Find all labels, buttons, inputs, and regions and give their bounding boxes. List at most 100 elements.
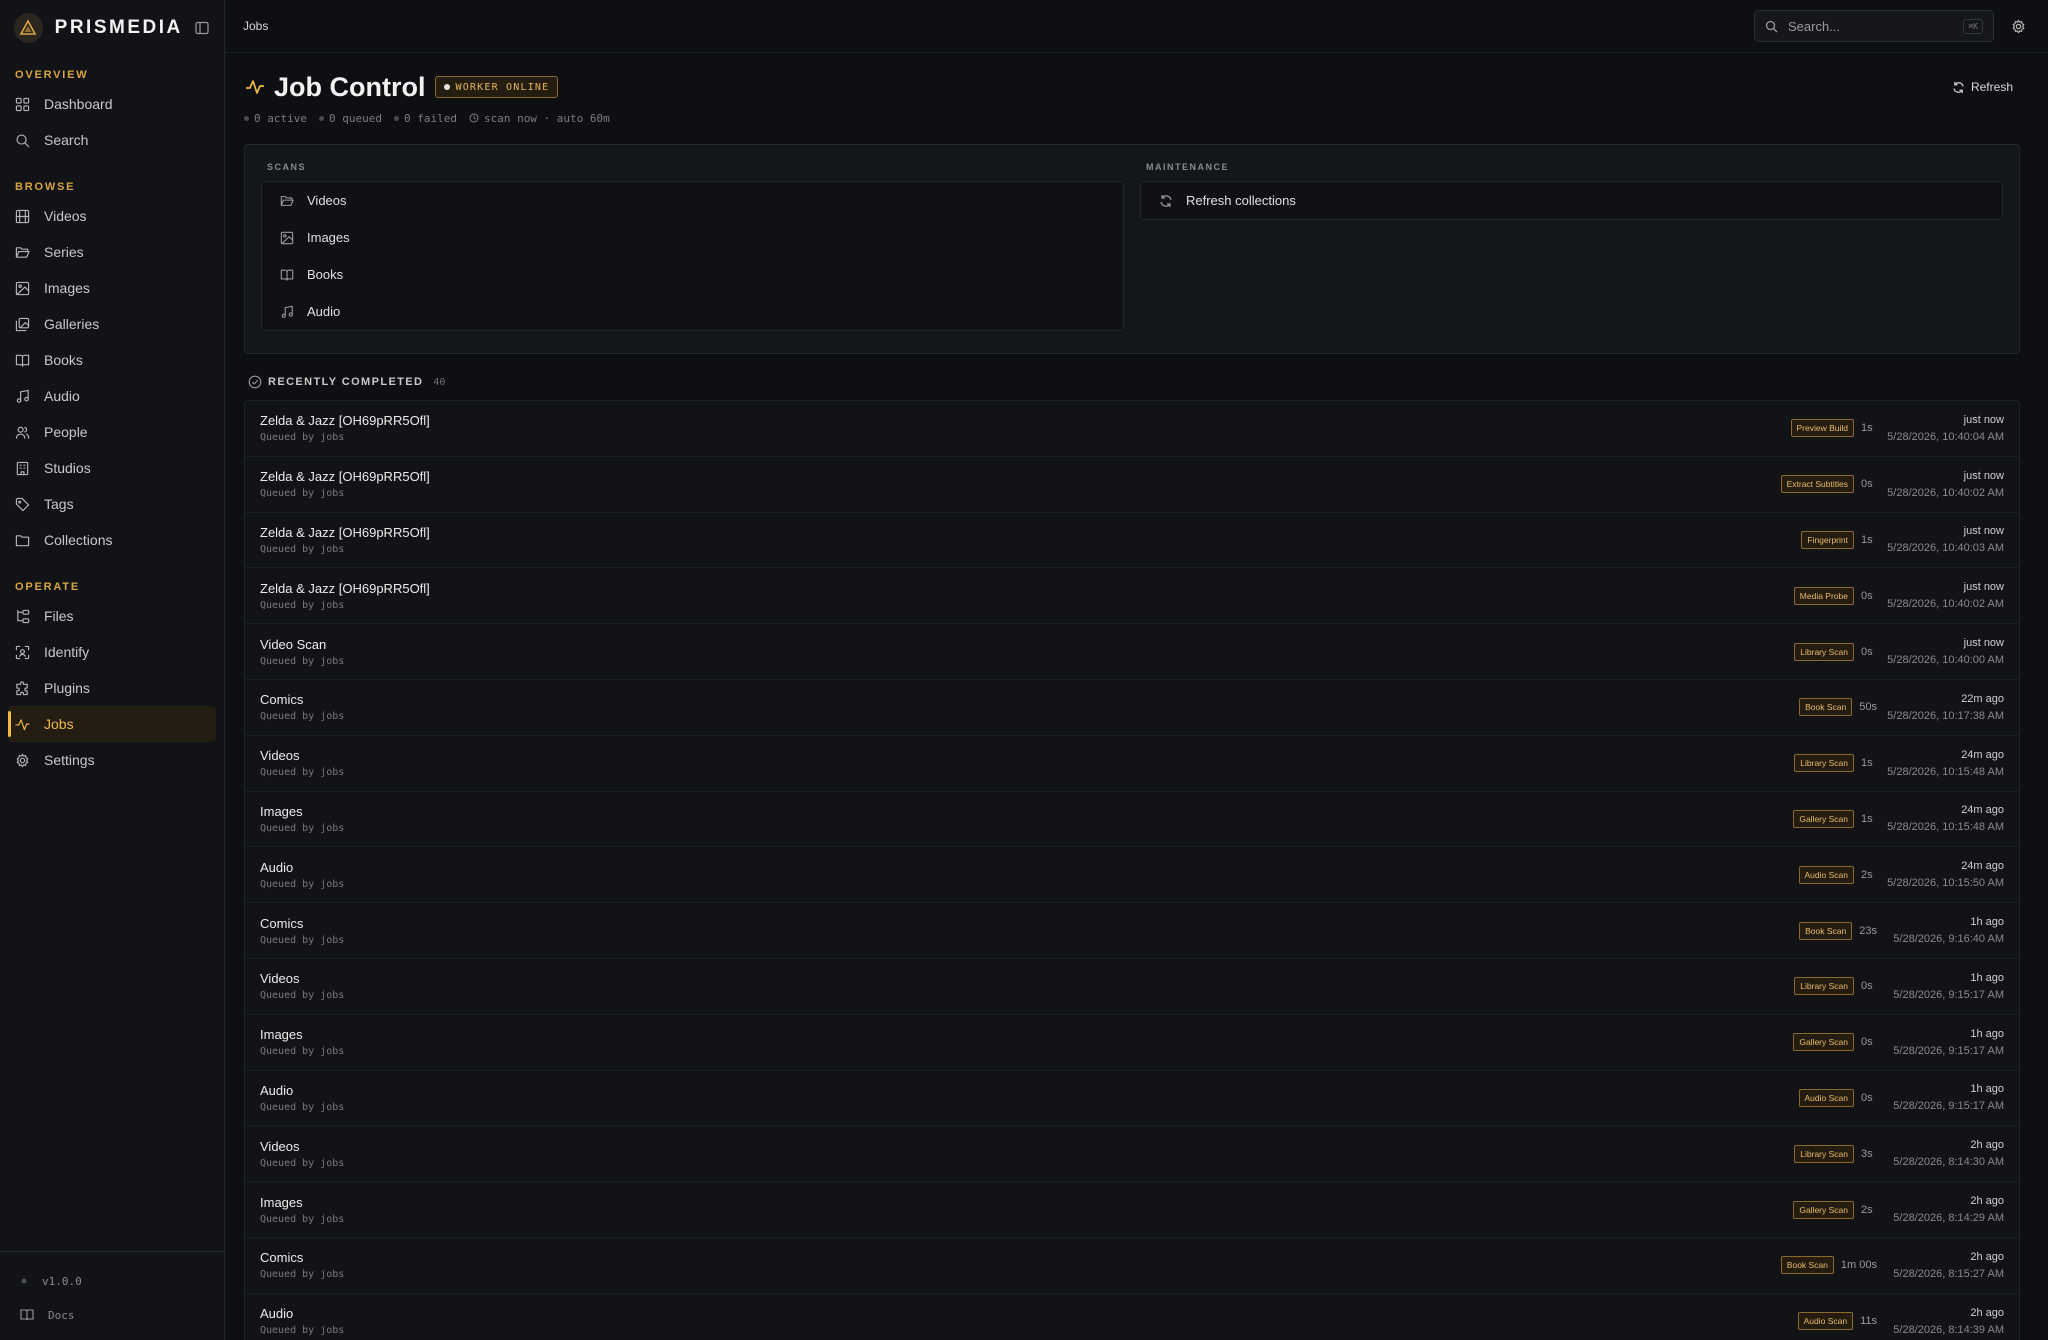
grid-icon [15, 97, 30, 112]
scan-audio-button[interactable]: Audio [262, 293, 1123, 330]
schedule-label: scan now · auto 60m [483, 111, 610, 125]
job-timestamp: 5/28/2026, 10:17:38 AM [1887, 709, 2004, 722]
job-type-badge: Library Scan [1794, 1144, 1854, 1163]
maintenance-list: Refresh collections [1140, 181, 2003, 220]
job-type-badge: Gallery Scan [1793, 1200, 1854, 1219]
table-row[interactable]: Audio Queued by jobs Audio Scan 0s 1h ago 5/2… [245, 1071, 2019, 1127]
table-row[interactable]: Videos Queued by jobs Library Scan 0s 1h ago… [245, 959, 2019, 1015]
job-duration: 1s [1861, 757, 1873, 770]
book-icon [20, 1308, 34, 1322]
job-times: 2h ago 5/28/2026, 8:14:30 AM [1884, 1139, 2004, 1168]
stat-queued: 0 queued [318, 112, 382, 125]
job-relative-time: 24m ago [1961, 860, 2004, 873]
sidebar-item-audio[interactable]: Audio [8, 378, 216, 414]
sidebar-item-collections[interactable]: Collections [8, 522, 216, 558]
table-row[interactable]: Video Scan Queued by jobs Library Scan 0s ju… [245, 624, 2019, 680]
scan-books-button[interactable]: Books [262, 256, 1123, 293]
scan-face-icon [15, 645, 30, 660]
sidebar-item-search[interactable]: Search [8, 122, 216, 158]
job-times: just now 5/28/2026, 10:40:04 AM [1884, 414, 2004, 443]
job-duration: 0s [1861, 589, 1873, 602]
job-timestamp: 5/28/2026, 8:14:39 AM [1893, 1323, 2004, 1336]
sidebar-item-plugins[interactable]: Plugins [8, 670, 216, 706]
job-relative-time: just now [1963, 525, 2004, 538]
job-type-badge: Fingerprint [1801, 530, 1854, 549]
search-icon [1765, 20, 1778, 33]
job-relative-time: just now [1963, 637, 2004, 650]
sidebar-item-settings[interactable]: Settings [8, 742, 216, 778]
sidebar-item-identify[interactable]: Identify [8, 634, 216, 670]
job-info: Audio Queued by jobs [260, 1083, 344, 1113]
job-type-badge: Book Scan [1780, 1256, 1834, 1275]
job-name: Audio [260, 1306, 294, 1322]
sidebar-item-dashboard[interactable]: Dashboard [8, 86, 216, 122]
table-row[interactable]: Audio Queued by jobs Audio Scan 11s 2h ago 5/… [245, 1294, 2019, 1340]
table-row[interactable]: Images Queued by jobs Gallery Scan 2s 2h ago… [245, 1182, 2019, 1238]
job-duration: 1s [1861, 533, 1873, 546]
folder-tree-icon [15, 609, 30, 624]
job-times: just now 5/28/2026, 10:40:00 AM [1884, 637, 2004, 666]
job-queued-by: Queued by jobs [260, 599, 345, 611]
sidebar-item-galleries[interactable]: Galleries [8, 306, 216, 342]
job-info: Images Queued by jobs [260, 1027, 344, 1057]
table-row[interactable]: Videos Queued by jobs Library Scan 1s 24m ag… [245, 736, 2019, 792]
schedule-info: scan now · auto 60m [469, 112, 610, 125]
search-icon [15, 133, 30, 148]
table-row[interactable]: Images Queued by jobs Gallery Scan 1s 24m ag… [245, 792, 2019, 848]
recent-count: 40 [433, 376, 446, 388]
page-title: Job Control [274, 71, 426, 102]
sidebar-item-studios[interactable]: Studios [8, 450, 216, 486]
folder-open-icon [279, 193, 294, 208]
sidebar-item-series[interactable]: Series [8, 234, 216, 270]
stat-active-label: 0 active [254, 111, 307, 125]
logo-icon[interactable] [14, 13, 43, 43]
dot-icon [393, 115, 399, 121]
job-queued-by: Queued by jobs [260, 878, 345, 890]
job-name: Videos [260, 1138, 300, 1154]
scan-images-button[interactable]: Images [262, 219, 1123, 256]
job-times: 2h ago 5/28/2026, 8:14:39 AM [1884, 1307, 2004, 1336]
breadcrumb[interactable]: Jobs [243, 19, 268, 33]
scan-videos-button[interactable]: Videos [262, 182, 1123, 219]
job-queued-by: Queued by jobs [260, 1269, 345, 1281]
refresh-button[interactable]: Refresh [1952, 80, 2013, 94]
docs-link[interactable]: Docs [0, 1298, 224, 1332]
table-row[interactable]: Zelda & Jazz [OH69pRR5Ofl] Queued by jobs… [245, 401, 2019, 457]
maintenance-label: Refresh collections [1186, 193, 1296, 208]
sidebar-item-jobs[interactable]: Jobs [8, 706, 216, 742]
sidebar-item-images[interactable]: Images [8, 270, 216, 306]
maintenance-refresh-collections-button[interactable]: Refresh collections [1141, 182, 2002, 219]
table-row[interactable]: Comics Queued by jobs Book Scan 23s 1h ago 5/… [245, 903, 2019, 959]
table-row[interactable]: Images Queued by jobs Gallery Scan 0s 1h ago… [245, 1015, 2019, 1071]
search-input[interactable]: Search... ⌘K [1754, 10, 1994, 42]
job-stats: 0 active 0 queued 0 failed scan now · au… [244, 108, 2020, 128]
main-area: Jobs Search... ⌘K Job Control WORKER ONL… [225, 0, 2048, 1340]
sidebar-item-files[interactable]: Files [8, 598, 216, 634]
job-timestamp: 5/28/2026, 10:15:48 AM [1887, 821, 2004, 834]
sidebar-footer: v1.0.0 Docs [0, 1251, 224, 1340]
job-meta: Library Scan 0s just now 5/28/2026, 10:40:0… [1794, 637, 2004, 666]
sidebar-item-people[interactable]: People [8, 414, 216, 450]
job-queued-by: Queued by jobs [260, 934, 345, 946]
table-row[interactable]: Zelda & Jazz [OH69pRR5Ofl] Queued by jobs… [245, 568, 2019, 625]
job-relative-time: 2h ago [1970, 1250, 2004, 1263]
settings-button[interactable] [2006, 14, 2030, 38]
table-row[interactable]: Videos Queued by jobs Library Scan 3s 2h ago… [245, 1126, 2019, 1183]
job-type-badge: Book Scan [1799, 921, 1853, 940]
table-row[interactable]: Zelda & Jazz [OH69pRR5Ofl] Queued by jobs… [245, 457, 2019, 513]
sidebar-item-tags[interactable]: Tags [8, 486, 216, 522]
job-type-badge: Audio Scan [1798, 1088, 1854, 1107]
sidebar-item-videos[interactable]: Videos [8, 198, 216, 234]
job-queued-by: Queued by jobs [260, 1325, 345, 1337]
table-row[interactable]: Audio Queued by jobs Audio Scan 2s 24m ago 5/… [245, 847, 2019, 904]
job-times: 1h ago 5/28/2026, 9:16:40 AM [1884, 916, 2004, 945]
table-row[interactable]: Comics Queued by jobs Book Scan 50s 22m ago 5… [245, 680, 2019, 736]
job-name: Comics [260, 915, 304, 931]
table-row[interactable]: Zelda & Jazz [OH69pRR5Ofl] Queued by jobs… [245, 513, 2019, 569]
sidebar-section-operate: OPERATE [15, 581, 80, 593]
job-relative-time: just now [1963, 581, 2004, 594]
table-row[interactable]: Comics Queued by jobs Book Scan 1m 00s 2h ag… [245, 1238, 2019, 1294]
sidebar-item-books[interactable]: Books [8, 342, 216, 378]
sidebar-toggle-icon[interactable] [195, 20, 210, 36]
folder-open-icon [15, 245, 30, 260]
